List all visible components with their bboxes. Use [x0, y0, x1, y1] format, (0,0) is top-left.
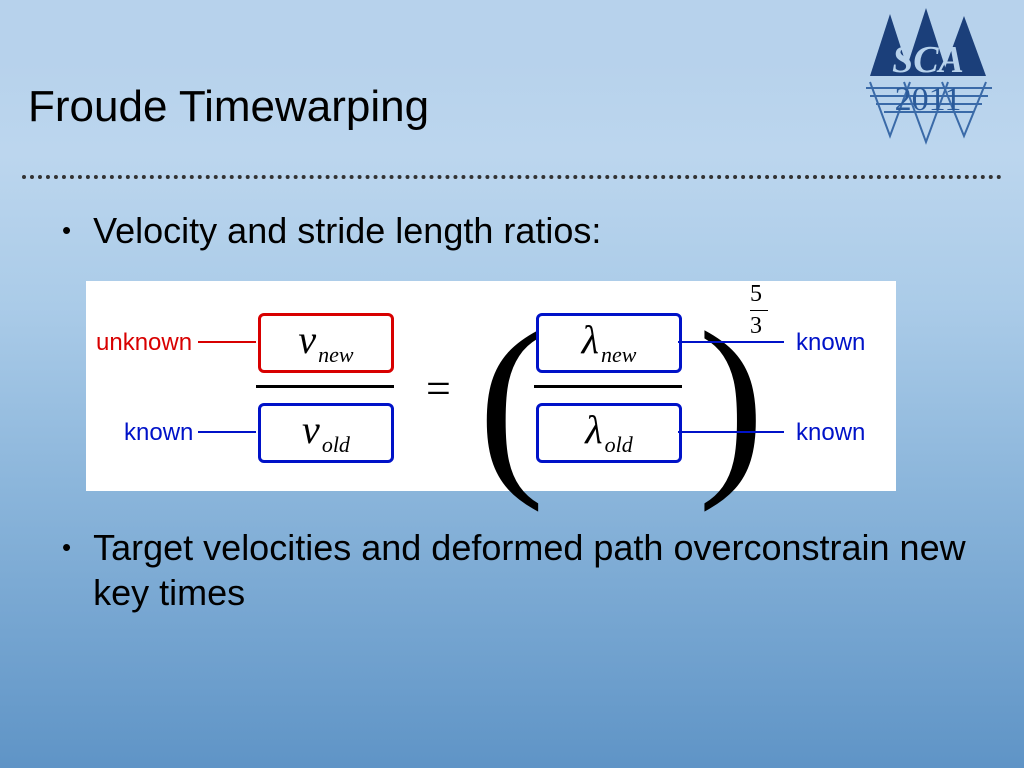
connector-known-bottom: [678, 431, 784, 433]
paren-left: (: [478, 323, 545, 483]
equals-sign: =: [426, 363, 451, 414]
bullet-2-text: Target velocities and deformed path over…: [93, 525, 984, 615]
slide: SCA 2011 Froude Timewarping • Velocity a…: [0, 0, 1024, 768]
fraction-bar-left: [256, 385, 394, 388]
sca-2011-logo: SCA 2011: [860, 6, 1000, 166]
slide-title: Froude Timewarping: [28, 82, 429, 132]
bullet-2: • Target velocities and deformed path ov…: [62, 525, 984, 615]
connector-unknown: [198, 341, 256, 343]
bullet-1: • Velocity and stride length ratios:: [62, 208, 984, 253]
connector-known-top: [678, 341, 784, 343]
term-v-new: vnew: [258, 313, 394, 373]
label-known-left: known: [124, 419, 193, 447]
label-unknown: unknown: [96, 329, 192, 357]
equation: unknown known vnew vold = ( ) λnew: [86, 281, 896, 491]
fraction-bar-right: [534, 385, 682, 388]
label-known-top: known: [796, 329, 865, 357]
logo-text-top: SCA: [892, 39, 964, 81]
term-lambda-old: λold: [536, 403, 682, 463]
paren-right: ): [698, 323, 765, 483]
bullet-1-text: Velocity and stride length ratios:: [93, 208, 601, 253]
exponent: 5 3: [750, 281, 768, 340]
label-known-bottom: known: [796, 419, 865, 447]
bullet-dot: •: [62, 525, 71, 615]
slide-content: • Velocity and stride length ratios: unk…: [62, 208, 984, 643]
term-lambda-new: λnew: [536, 313, 682, 373]
logo-text-bottom: 2011: [895, 81, 962, 118]
bullet-dot: •: [62, 208, 71, 253]
connector-known-left: [198, 431, 256, 433]
term-v-old: vold: [258, 403, 394, 463]
divider: [22, 175, 1002, 179]
